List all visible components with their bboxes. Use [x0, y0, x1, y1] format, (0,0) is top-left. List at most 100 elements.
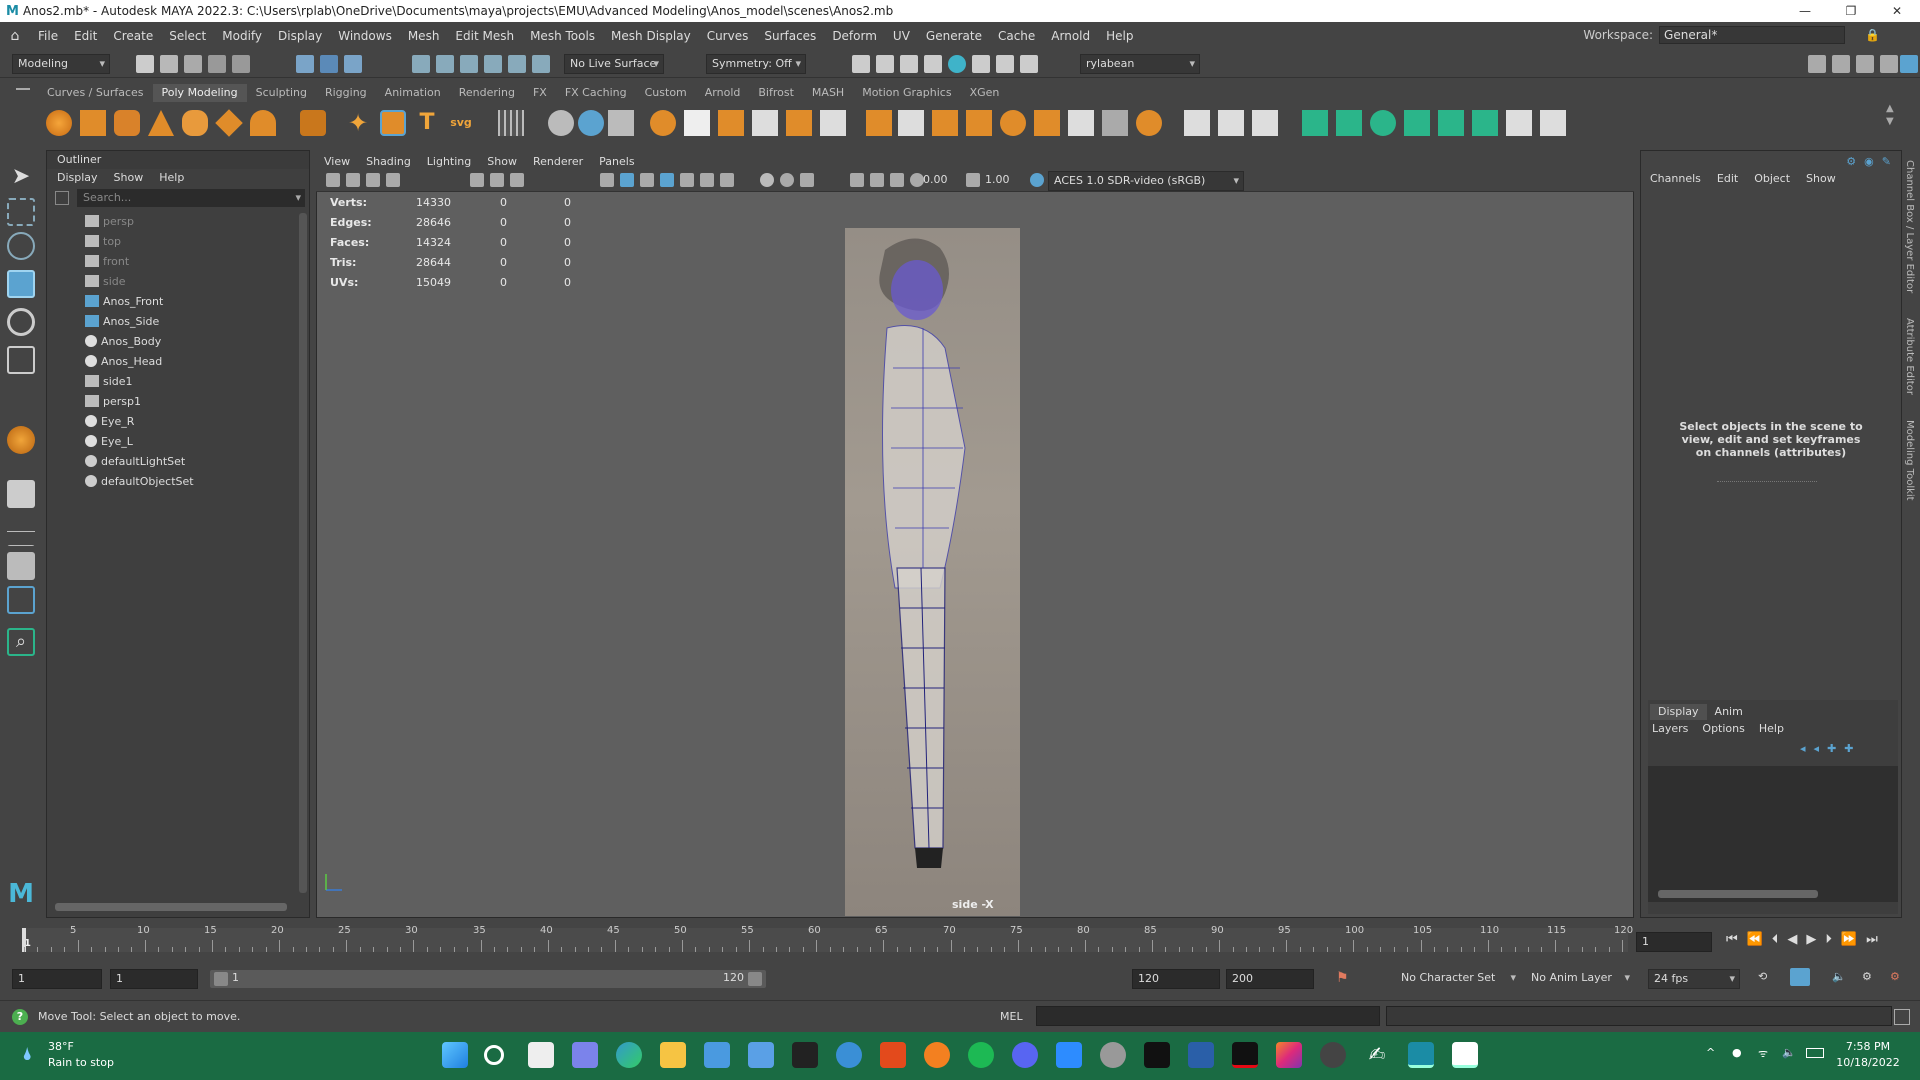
- menu-select[interactable]: Select: [161, 29, 214, 43]
- channel-box-side-tab[interactable]: Channel Box / Layer Editor: [1904, 160, 1915, 293]
- outliner-search-input[interactable]: Search...: [83, 191, 131, 204]
- step-back-frame-icon[interactable]: ⏴: [1772, 932, 1779, 947]
- paint-select-tool-icon[interactable]: [7, 232, 35, 260]
- menu-mesh-display[interactable]: Mesh Display: [603, 29, 699, 43]
- tool-settings-icon[interactable]: [1880, 55, 1898, 73]
- range-end-handle[interactable]: [748, 972, 762, 986]
- wireframe-icon[interactable]: [600, 173, 614, 187]
- user-dropdown[interactable]: rylabean: [1080, 54, 1200, 74]
- outliner-item[interactable]: Anos_Head: [47, 351, 297, 371]
- channel-box-menu-channels[interactable]: Channels: [1650, 172, 1701, 185]
- layer-menu-layers[interactable]: Layers: [1652, 722, 1688, 735]
- fps-dropdown[interactable]: 24 fps: [1648, 969, 1740, 989]
- shelf-tab-poly-modeling[interactable]: Poly Modeling: [152, 84, 247, 102]
- merge-icon[interactable]: [820, 110, 846, 136]
- menu-display[interactable]: Display: [270, 29, 330, 43]
- select-by-object-icon[interactable]: [320, 55, 338, 73]
- search-options-icon[interactable]: ▾: [295, 189, 301, 207]
- uv-layout-icon[interactable]: [1506, 110, 1532, 136]
- snap-vertex-icon[interactable]: [532, 55, 550, 73]
- command-input[interactable]: [1036, 1006, 1380, 1026]
- uv-automatic-icon[interactable]: [1404, 110, 1430, 136]
- layer-tab-anim[interactable]: Anim: [1707, 704, 1751, 720]
- shelf-tab-custom[interactable]: Custom: [636, 84, 696, 102]
- start-icon[interactable]: [442, 1042, 468, 1068]
- uv-cylindrical-icon[interactable]: [1336, 110, 1362, 136]
- camera-attributes-icon[interactable]: [346, 173, 360, 187]
- vudu-icon[interactable]: [1188, 1042, 1214, 1068]
- shelf-tab-rigging[interactable]: Rigging: [316, 84, 376, 102]
- lock-icon[interactable]: 🔒: [1865, 28, 1880, 42]
- menu-help[interactable]: Help: [1098, 29, 1141, 43]
- menuset-dropdown[interactable]: Modeling: [12, 54, 110, 74]
- battery-icon[interactable]: [1806, 1048, 1824, 1058]
- calculator-icon[interactable]: [792, 1042, 818, 1068]
- live-surface-field[interactable]: No Live Surface: [564, 54, 664, 74]
- cache-playback-icon[interactable]: [1790, 968, 1810, 986]
- channel-box-menu-edit[interactable]: Edit: [1717, 172, 1738, 185]
- viewport-menu-show[interactable]: Show: [479, 155, 525, 168]
- quad-draw-icon[interactable]: [1000, 110, 1026, 136]
- move-layer-down-icon[interactable]: ◂: [1814, 742, 1820, 755]
- crunchyroll-icon[interactable]: [924, 1042, 950, 1068]
- outliner-item[interactable]: defaultLightSet: [47, 451, 297, 471]
- film-gate-icon[interactable]: [490, 173, 504, 187]
- shadows-icon[interactable]: [720, 173, 734, 187]
- viewport-menu-view[interactable]: View: [316, 155, 358, 168]
- outliner-item[interactable]: Anos_Side: [47, 311, 297, 331]
- ambient-occlusion-icon[interactable]: [760, 173, 774, 187]
- script-editor-icon[interactable]: [1894, 1009, 1910, 1025]
- maya-taskbar-icon[interactable]: [1408, 1042, 1434, 1068]
- four-view-layout-icon[interactable]: [7, 518, 35, 546]
- animation-end-field[interactable]: 200: [1226, 969, 1314, 989]
- smooth-shade-icon[interactable]: [620, 173, 634, 187]
- select-camera-icon[interactable]: [326, 173, 340, 187]
- ipr-render-icon[interactable]: [900, 55, 918, 73]
- edge-icon[interactable]: [616, 1042, 642, 1068]
- shelf-tab-sculpting[interactable]: Sculpting: [247, 84, 316, 102]
- outliner-menu-show[interactable]: Show: [114, 169, 144, 187]
- outliner-item[interactable]: top: [47, 231, 297, 251]
- channel-box-menu-show[interactable]: Show: [1806, 172, 1836, 185]
- poly-cube-icon[interactable]: [80, 110, 106, 136]
- snap-surface-icon[interactable]: [508, 55, 526, 73]
- slide-edge-icon[interactable]: [1218, 110, 1244, 136]
- netflix-icon[interactable]: [1232, 1042, 1258, 1068]
- resolution-gate-icon[interactable]: [510, 173, 524, 187]
- lights-icon[interactable]: [700, 173, 714, 187]
- maximize-button[interactable]: ❐: [1828, 0, 1874, 22]
- menu-mesh-tools[interactable]: Mesh Tools: [522, 29, 603, 43]
- poly-torus-icon[interactable]: [182, 110, 208, 136]
- teams-icon[interactable]: [572, 1042, 598, 1068]
- tray-chevron-icon[interactable]: ^: [1706, 1046, 1715, 1059]
- outliner-hscrollbar[interactable]: [55, 903, 287, 911]
- gamma-icon[interactable]: [966, 173, 980, 187]
- crease-tool-icon[interactable]: [1184, 110, 1210, 136]
- weather-desc[interactable]: Rain to stop: [48, 1056, 114, 1069]
- anti-aliasing-icon[interactable]: [800, 173, 814, 187]
- animation-prefs-icon[interactable]: ⚙: [1862, 970, 1872, 983]
- multi-cut-icon[interactable]: [898, 110, 924, 136]
- close-button[interactable]: ✕: [1874, 0, 1920, 22]
- shelf-tab-curves-surfaces[interactable]: Curves / Surfaces: [38, 84, 153, 102]
- attribute-toggle-icon[interactable]: ◉: [1864, 155, 1874, 168]
- connect-icon[interactable]: [1102, 110, 1128, 136]
- clock-time[interactable]: 7:58 PM: [1834, 1040, 1902, 1053]
- single-perspective-layout-icon[interactable]: [7, 480, 35, 508]
- mirror-icon[interactable]: [684, 110, 710, 136]
- outliner-item[interactable]: Anos_Body: [47, 331, 297, 351]
- steam-icon[interactable]: [1100, 1042, 1126, 1068]
- poly-type-icon[interactable]: T: [414, 110, 440, 136]
- playback-start-field[interactable]: 1: [110, 969, 198, 989]
- file-explorer-icon[interactable]: [660, 1042, 686, 1068]
- viewport-menu-renderer[interactable]: Renderer: [525, 155, 591, 168]
- poly-cylinder-icon[interactable]: [114, 110, 140, 136]
- shelf-scroll-icon[interactable]: ▲ ▼: [1886, 102, 1900, 142]
- uv-unfold-icon[interactable]: [1472, 110, 1498, 136]
- menu-create[interactable]: Create: [105, 29, 161, 43]
- menu-deform[interactable]: Deform: [824, 29, 885, 43]
- persp-outliner-layout-icon[interactable]: [7, 552, 35, 580]
- new-layer-icon[interactable]: ✚: [1827, 742, 1836, 755]
- motion-blur-icon[interactable]: [780, 173, 794, 187]
- home-icon[interactable]: ⌂: [0, 28, 30, 44]
